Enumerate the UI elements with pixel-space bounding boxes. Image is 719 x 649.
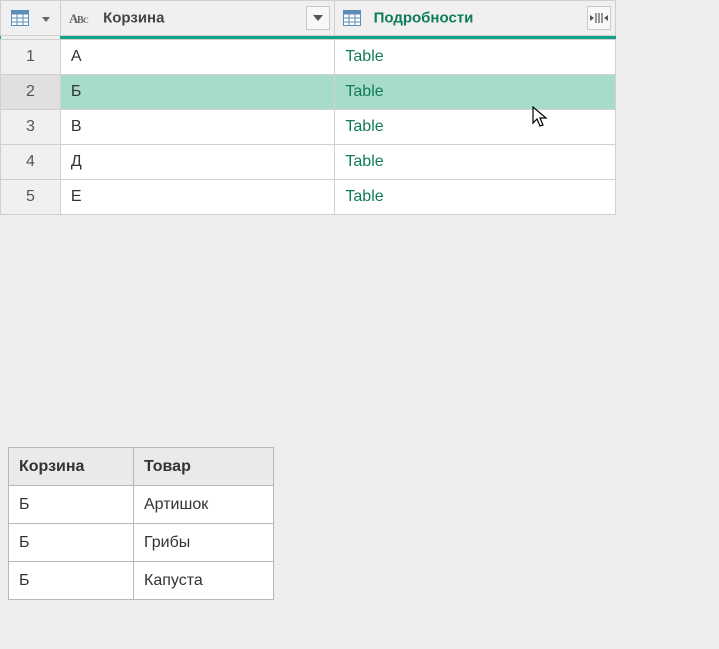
- preview-data-grid: Корзина Товар БАртишокБГрибыБКапуста: [8, 447, 274, 600]
- column-header-podrobnosti[interactable]: Подробности: [335, 1, 616, 36]
- data-cell[interactable]: В: [60, 110, 335, 145]
- row-number-cell[interactable]: 1: [1, 40, 61, 75]
- column-label: Подробности: [374, 10, 474, 27]
- preview-row[interactable]: БАртишок: [9, 486, 274, 524]
- table-link-cell[interactable]: Table: [335, 180, 616, 215]
- chevron-down-icon: [313, 15, 323, 21]
- column-header-korzina[interactable]: A B C Корзина: [60, 1, 335, 36]
- preview-grid-body: БАртишокБГрибыБКапуста: [9, 486, 274, 600]
- preview-cell[interactable]: Б: [9, 524, 134, 562]
- expand-column-button[interactable]: [587, 6, 611, 30]
- table-link-cell[interactable]: Table: [335, 40, 616, 75]
- data-cell[interactable]: Д: [60, 145, 335, 180]
- row-number-cell[interactable]: 4: [1, 145, 61, 180]
- preview-column-header[interactable]: Корзина: [9, 448, 134, 486]
- table-row[interactable]: 5ЕTable: [1, 180, 616, 215]
- data-cell[interactable]: Е: [60, 180, 335, 215]
- table-row[interactable]: 1АTable: [1, 40, 616, 75]
- preview-column-header[interactable]: Товар: [134, 448, 274, 486]
- preview-header-row: Корзина Товар: [9, 448, 274, 486]
- expand-icon: [590, 12, 608, 24]
- data-cell[interactable]: А: [60, 40, 335, 75]
- preview-cell[interactable]: Артишок: [134, 486, 274, 524]
- row-number-cell[interactable]: 3: [1, 110, 61, 145]
- table-link-cell[interactable]: Table: [335, 75, 616, 110]
- table-link-cell[interactable]: Table: [335, 110, 616, 145]
- table-type-icon: [343, 10, 361, 26]
- main-area: A B C Корзина: [0, 0, 719, 215]
- preview-row[interactable]: БКапуста: [9, 562, 274, 600]
- table-row[interactable]: 3ВTable: [1, 110, 616, 145]
- select-all-corner[interactable]: [1, 1, 61, 36]
- row-number-cell[interactable]: 2: [1, 75, 61, 110]
- table-link-cell[interactable]: Table: [335, 145, 616, 180]
- header-row: A B C Корзина: [1, 1, 616, 36]
- table-row[interactable]: 2БTable: [1, 75, 616, 110]
- preview-panel: Корзина Товар БАртишокБГрибыБКапуста: [8, 447, 274, 600]
- table-row[interactable]: 4ДTable: [1, 145, 616, 180]
- corner-dropdown-icon[interactable]: [42, 10, 50, 27]
- preview-cell[interactable]: Б: [9, 486, 134, 524]
- text-type-icon: A B C: [69, 10, 91, 26]
- table-icon: [11, 10, 29, 26]
- main-grid-body: 1АTable2БTable3ВTable4ДTable5ЕTable: [1, 40, 616, 215]
- preview-cell[interactable]: Капуста: [134, 562, 274, 600]
- data-cell[interactable]: Б: [60, 75, 335, 110]
- main-data-grid: A B C Корзина: [0, 0, 616, 215]
- preview-cell[interactable]: Грибы: [134, 524, 274, 562]
- column-label: Корзина: [103, 10, 164, 27]
- preview-cell[interactable]: Б: [9, 562, 134, 600]
- svg-text:C: C: [83, 16, 89, 25]
- filter-dropdown-button[interactable]: [306, 6, 330, 30]
- row-number-cell[interactable]: 5: [1, 180, 61, 215]
- preview-row[interactable]: БГрибы: [9, 524, 274, 562]
